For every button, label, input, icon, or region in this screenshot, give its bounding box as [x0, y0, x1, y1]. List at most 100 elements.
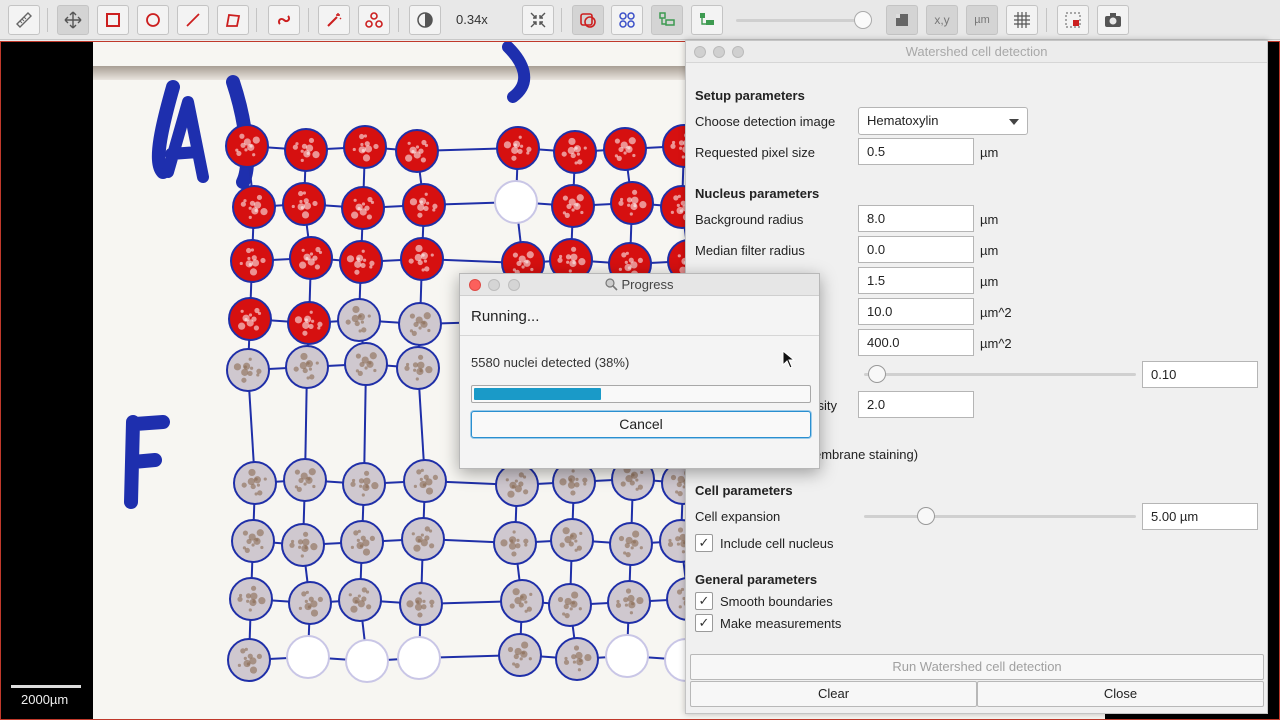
tma-core — [286, 635, 330, 679]
run-detection-button[interactable]: Run Watershed cell detection — [690, 654, 1264, 680]
smooth-boundaries-checkbox[interactable]: ✓ — [695, 592, 713, 610]
ellipse-icon[interactable] — [137, 5, 169, 35]
core-texture — [675, 536, 681, 542]
core-texture — [678, 605, 682, 609]
scalebar-icon[interactable]: µm — [966, 5, 998, 35]
cell-expansion-slider-knob[interactable] — [916, 507, 935, 525]
clear-button[interactable]: Clear — [690, 681, 977, 707]
tma-core — [288, 581, 332, 625]
core-texture — [567, 481, 576, 489]
median-filter-input[interactable]: 0.0 — [858, 236, 974, 263]
selection-mode-icon[interactable] — [886, 5, 918, 35]
core-texture — [413, 368, 417, 372]
brush-icon[interactable] — [268, 5, 300, 35]
core-texture — [414, 597, 423, 605]
line-icon[interactable] — [177, 5, 209, 35]
camera-icon[interactable] — [1097, 5, 1129, 35]
core-texture — [425, 366, 433, 374]
zoom-window-icon[interactable] — [508, 279, 520, 291]
core-texture — [249, 268, 258, 276]
sigma-input[interactable]: 1.5 — [858, 267, 974, 294]
minimize-window-icon[interactable] — [713, 46, 725, 58]
core-texture — [256, 368, 262, 374]
core-texture — [423, 205, 429, 212]
core-texture — [354, 269, 360, 275]
zoom-fit-icon[interactable] — [522, 5, 554, 35]
include-nucleus-checkbox[interactable]: ✓ — [695, 534, 713, 552]
median-filter-label: Median filter radius — [695, 243, 805, 258]
core-texture — [628, 257, 634, 263]
tma-core — [402, 183, 446, 227]
cancel-button[interactable]: Cancel — [471, 411, 811, 438]
core-texture — [583, 146, 587, 150]
wand-icon[interactable] — [318, 5, 350, 35]
core-texture — [243, 199, 247, 203]
min-area-input[interactable]: 10.0 — [858, 298, 974, 325]
annotations-icon[interactable] — [572, 5, 604, 35]
max-background-input[interactable]: 2.0 — [858, 391, 974, 418]
core-texture — [614, 138, 621, 144]
make-measurements-checkbox[interactable]: ✓ — [695, 614, 713, 632]
cell-expansion-slider-track[interactable] — [864, 515, 1136, 518]
tma-core — [339, 240, 383, 284]
include-nucleus-label: Include cell nucleus — [720, 536, 834, 551]
tma-grid-icon[interactable] — [611, 5, 643, 35]
opacity-slider-track[interactable] — [736, 19, 864, 22]
core-texture — [303, 202, 312, 210]
rectangle-icon[interactable] — [97, 5, 129, 35]
core-texture — [240, 201, 246, 207]
core-texture — [409, 313, 416, 319]
core-texture — [244, 647, 248, 651]
core-texture — [579, 531, 583, 535]
tma-core — [399, 582, 443, 626]
cell-expansion-input[interactable]: 5.00 µm — [1142, 503, 1258, 530]
detection-image-label: Choose detection image — [695, 114, 836, 129]
max-area-input[interactable]: 400.0 — [858, 329, 974, 356]
move-icon[interactable] — [57, 5, 89, 35]
ruler-icon[interactable] — [8, 5, 40, 35]
core-texture — [574, 539, 578, 543]
opacity-slider-knob[interactable] — [854, 11, 872, 29]
scale-bar — [11, 685, 81, 688]
grid-icon[interactable] — [1006, 5, 1038, 35]
threshold-slider-track[interactable] — [864, 373, 1136, 376]
core-texture — [306, 376, 310, 380]
zoom-window-icon[interactable] — [732, 46, 744, 58]
core-texture — [257, 311, 262, 316]
detections-icon[interactable] — [651, 5, 683, 35]
close-window-icon[interactable] — [694, 46, 706, 58]
detection-image-select[interactable]: Hematoxylin — [858, 107, 1028, 135]
core-texture — [507, 646, 514, 653]
core-texture — [303, 315, 312, 323]
core-texture — [248, 313, 253, 317]
coordinates-icon[interactable]: x,y — [926, 5, 958, 35]
core-texture — [415, 145, 420, 149]
core-texture — [302, 191, 307, 195]
close-button[interactable]: Close — [977, 681, 1264, 707]
background-radius-input[interactable]: 8.0 — [858, 205, 974, 232]
cell-expansion-label: Cell expansion — [695, 509, 781, 524]
threshold-slider-knob[interactable] — [868, 365, 886, 383]
core-texture — [299, 199, 303, 204]
pixel-classification-icon[interactable] — [691, 5, 723, 35]
points-icon[interactable] — [358, 5, 390, 35]
tma-core — [551, 184, 595, 228]
core-texture — [356, 541, 364, 550]
contrast-icon[interactable] — [409, 5, 441, 35]
core-texture — [667, 541, 674, 547]
core-texture — [359, 133, 365, 140]
pixel-size-input[interactable]: 0.5 — [858, 138, 974, 165]
polygon-icon[interactable] — [217, 5, 249, 35]
close-window-icon[interactable] — [469, 279, 481, 291]
core-texture — [571, 654, 577, 660]
core-texture — [513, 653, 519, 660]
core-texture — [570, 152, 576, 159]
core-texture — [627, 203, 631, 207]
overview-icon[interactable] — [1057, 5, 1089, 35]
core-texture — [514, 663, 520, 669]
core-texture — [248, 468, 256, 477]
core-texture — [298, 606, 302, 610]
threshold-input[interactable]: 0.10 — [1142, 361, 1258, 388]
minimize-window-icon[interactable] — [488, 279, 500, 291]
core-texture — [618, 200, 624, 206]
